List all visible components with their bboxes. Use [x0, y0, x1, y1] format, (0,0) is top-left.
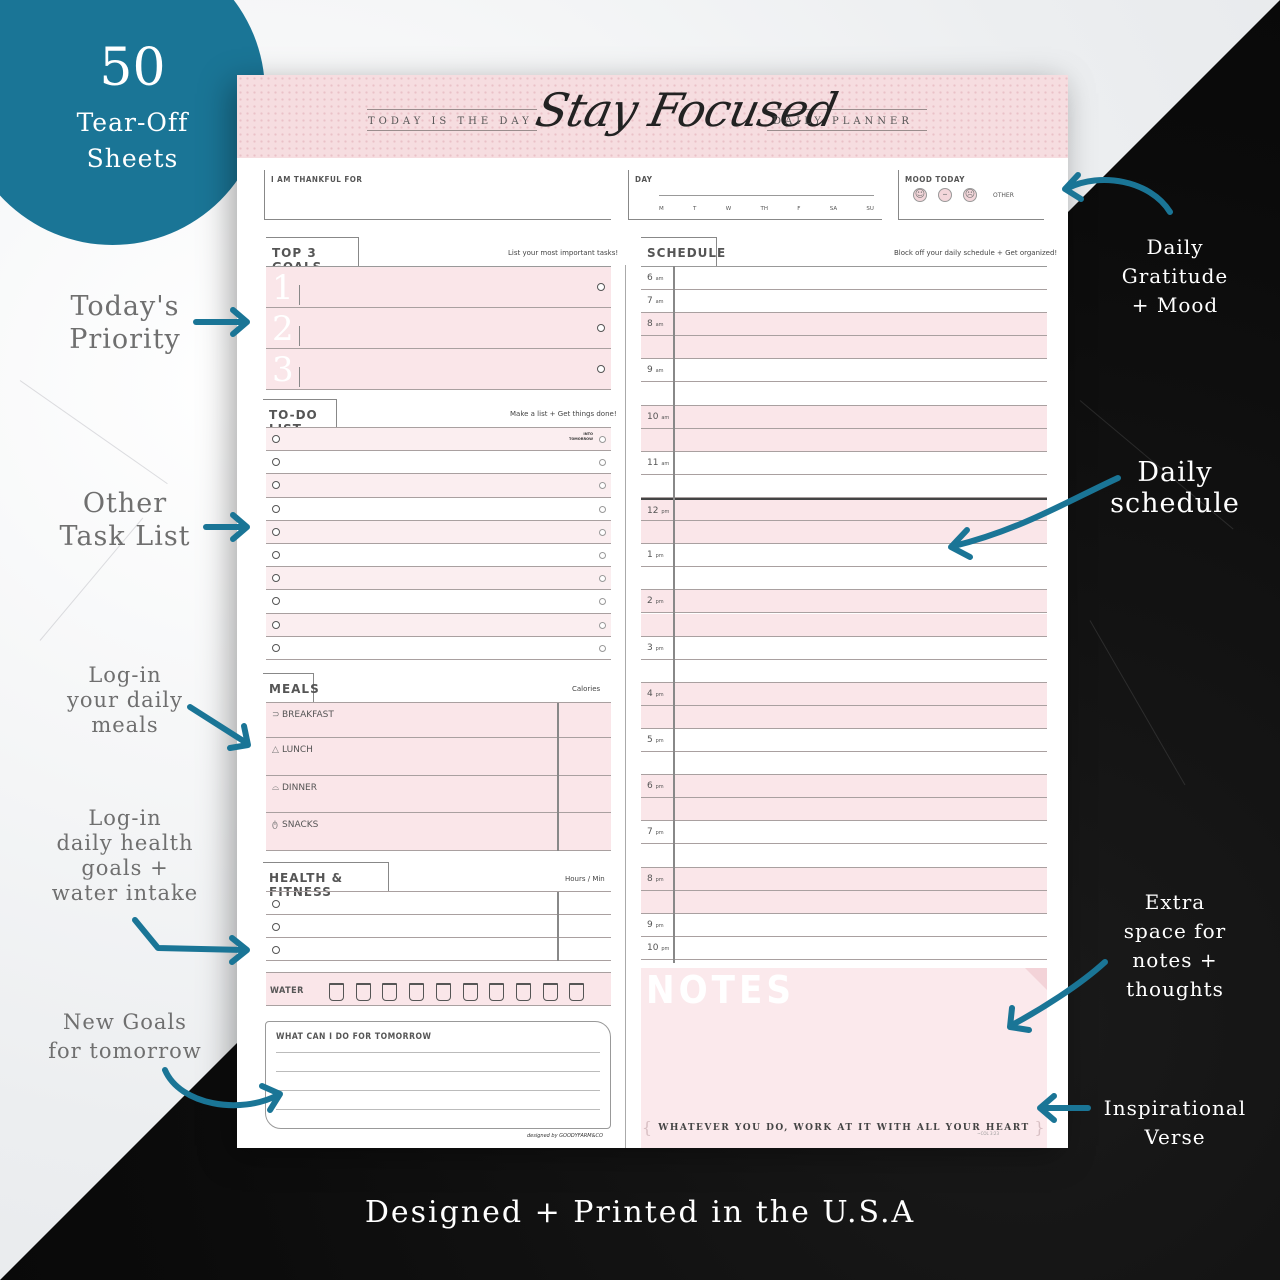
arrow-verse — [1037, 1093, 1091, 1123]
annotation-arrows — [132, 172, 1173, 1123]
arrow-priority — [193, 307, 250, 337]
arrow-health — [132, 917, 250, 965]
arrow-task-list — [203, 512, 250, 542]
arrow-tomorrow — [162, 1067, 283, 1113]
arrow-meals — [187, 704, 251, 751]
arrow-schedule — [948, 475, 1121, 560]
arrow-gratitude — [1062, 172, 1173, 215]
footer-tagline: Designed + Printed in the U.S.A — [364, 1195, 916, 1230]
arrow-notes — [1007, 959, 1108, 1033]
